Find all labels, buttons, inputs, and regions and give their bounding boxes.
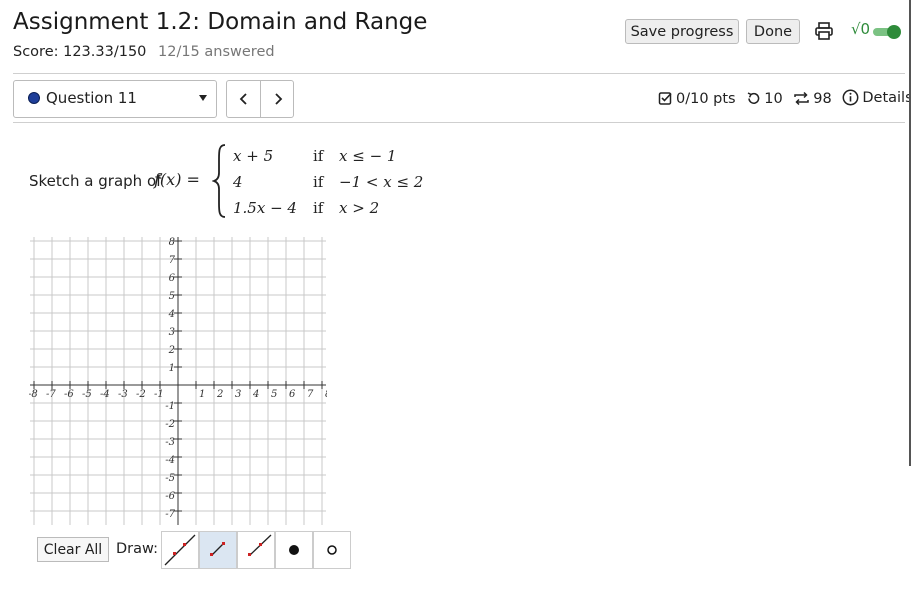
ray-tool-button[interactable] bbox=[237, 531, 275, 569]
line-tool-button[interactable] bbox=[161, 531, 199, 569]
case-3-if: if bbox=[313, 199, 324, 217]
y-tick-label: -7 bbox=[165, 509, 175, 520]
x-tick-label: 6 bbox=[289, 389, 296, 400]
x-tick-label: -3 bbox=[118, 389, 128, 400]
x-tick-label: -8 bbox=[29, 389, 38, 400]
y-tick-label: -5 bbox=[165, 473, 175, 484]
done-button[interactable]: Done bbox=[746, 19, 800, 44]
y-tick-label: 4 bbox=[168, 309, 175, 320]
question-select[interactable]: Question 11 bbox=[13, 80, 217, 118]
y-tick-label: 7 bbox=[169, 255, 176, 266]
question-nav bbox=[226, 80, 294, 118]
x-tick-label: 3 bbox=[235, 389, 241, 400]
math-entry-label: √0 bbox=[851, 20, 871, 38]
y-tick-label: -3 bbox=[165, 437, 175, 448]
ray-tool-icon bbox=[248, 534, 272, 556]
x-tick-label: -1 bbox=[154, 389, 164, 400]
x-tick-label: 1 bbox=[199, 389, 205, 400]
closed-dot-tool-button[interactable] bbox=[275, 531, 313, 569]
case-1-if: if bbox=[313, 147, 324, 165]
clear-all-button[interactable]: Clear All bbox=[37, 537, 109, 562]
question-select-label: Question 11 bbox=[46, 89, 137, 107]
y-tick-label: -2 bbox=[165, 419, 175, 430]
draw-label: Draw: bbox=[116, 541, 158, 557]
y-tick-label: -1 bbox=[165, 401, 175, 412]
y-tick-label: 5 bbox=[169, 291, 175, 302]
chevron-right-icon bbox=[274, 93, 282, 105]
x-tick-label: 4 bbox=[252, 389, 259, 400]
y-tick-label: 1 bbox=[169, 363, 175, 374]
retry-icon bbox=[747, 92, 760, 104]
attempts-count: 98 bbox=[813, 90, 832, 107]
open-dot-icon bbox=[327, 545, 337, 555]
math-entry-toggle[interactable] bbox=[872, 24, 902, 40]
x-tick-label: 8 bbox=[325, 389, 327, 400]
question-prompt: Sketch a graph of bbox=[29, 172, 162, 190]
score-text: Score: 123.33/150 bbox=[13, 44, 147, 60]
header-divider bbox=[13, 73, 905, 74]
y-tick-label: 3 bbox=[169, 327, 175, 338]
open-dot-tool-button[interactable] bbox=[313, 531, 351, 569]
x-tick-label: -2 bbox=[136, 389, 146, 400]
case-1-expr: x + 5 bbox=[233, 147, 274, 165]
case-3-condition: x > 2 bbox=[339, 199, 380, 217]
axes bbox=[30, 237, 326, 525]
attempts-icon bbox=[794, 91, 810, 106]
case-3-expr: 1.5x − 4 bbox=[233, 199, 297, 217]
x-tick-label: 2 bbox=[216, 389, 223, 400]
x-tick-label: -6 bbox=[64, 389, 74, 400]
question-status: 0/10 pts 10 98 Details bbox=[658, 89, 911, 110]
details-label: Details bbox=[862, 89, 911, 106]
case-2-expr: 4 bbox=[233, 173, 243, 191]
x-tick-label: 5 bbox=[271, 389, 277, 400]
y-tick-label: 6 bbox=[169, 273, 176, 284]
line-tool-icon bbox=[164, 534, 196, 566]
y-tick-labels: 87654321-1-2-3-4-5-6-7-8 bbox=[165, 237, 176, 520]
retries-count: 10 bbox=[764, 90, 783, 107]
x-tick-label: -4 bbox=[100, 389, 110, 400]
piecewise-brace bbox=[212, 144, 226, 218]
details-link[interactable]: Details bbox=[842, 89, 911, 106]
x-tick-label: 7 bbox=[307, 389, 314, 400]
question-status-dot bbox=[28, 92, 40, 104]
x-tick-label: -7 bbox=[46, 389, 56, 400]
function-label: f(x) = bbox=[154, 170, 200, 189]
info-icon bbox=[842, 89, 859, 106]
case-2-if: if bbox=[313, 173, 324, 191]
save-progress-button[interactable]: Save progress bbox=[625, 19, 739, 44]
closed-dot-icon bbox=[289, 545, 299, 555]
prev-question-button[interactable] bbox=[227, 81, 260, 117]
print-icon[interactable] bbox=[814, 21, 834, 41]
segment-tool-icon bbox=[210, 542, 225, 556]
points-text: 0/10 pts bbox=[676, 90, 736, 107]
segment-tool-button[interactable] bbox=[199, 531, 237, 569]
y-tick-label: 2 bbox=[168, 345, 175, 356]
case-1-condition: x ≤ − 1 bbox=[339, 147, 397, 165]
assignment-title: Assignment 1.2: Domain and Range bbox=[13, 9, 428, 35]
y-tick-label: -4 bbox=[165, 455, 175, 466]
x-tick-label: -5 bbox=[82, 389, 92, 400]
answered-count: 12/15 answered bbox=[158, 44, 275, 60]
checkbox-icon bbox=[658, 92, 672, 105]
y-tick-label: 8 bbox=[169, 237, 175, 248]
y-tick-label: -6 bbox=[165, 491, 175, 502]
next-question-button[interactable] bbox=[261, 81, 294, 117]
chevron-left-icon bbox=[239, 93, 247, 105]
question-divider bbox=[13, 122, 905, 123]
graph-canvas[interactable]: -8-7-6-5-4-3-2-112345678 87654321-1-2-3-… bbox=[29, 229, 327, 525]
caret-down-icon bbox=[199, 95, 207, 101]
case-2-condition: −1 < x ≤ 2 bbox=[339, 173, 424, 191]
